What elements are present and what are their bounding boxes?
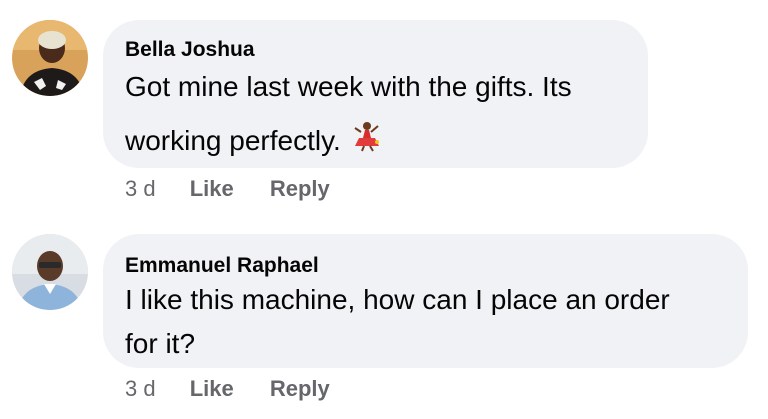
avatar[interactable] <box>12 234 88 310</box>
comment-timestamp: 3 d <box>125 376 156 401</box>
comment-item: Bella Joshua Got mine last week with the… <box>0 0 768 210</box>
comment-item: Emmanuel Raphael I like this machine, ho… <box>0 210 768 419</box>
comment-actions: 3 d Like Reply <box>125 176 330 202</box>
comment-author[interactable]: Emmanuel Raphael <box>125 254 319 278</box>
like-button[interactable]: Like <box>190 176 234 201</box>
avatar[interactable] <box>12 20 88 96</box>
user-avatar-icon <box>12 234 88 310</box>
comment-text-line-2: working perfectly. <box>125 114 635 170</box>
user-avatar-icon <box>12 20 88 96</box>
dancer-emoji-icon <box>351 116 383 170</box>
reply-button[interactable]: Reply <box>270 376 330 401</box>
comment-bubble: Bella Joshua Got mine last week with the… <box>103 20 648 168</box>
comment-text-line-2-label: working perfectly. <box>125 125 341 156</box>
comment-timestamp: 3 d <box>125 176 156 201</box>
comment-bubble: Emmanuel Raphael I like this machine, ho… <box>103 234 748 368</box>
reply-button[interactable]: Reply <box>270 176 330 201</box>
comment-text-line: I like this machine, how can I place an … <box>125 284 670 315</box>
like-button[interactable]: Like <box>190 376 234 401</box>
comment-author[interactable]: Bella Joshua <box>125 38 255 62</box>
comment-actions: 3 d Like Reply <box>125 376 330 402</box>
comment-text-line-2: for it? <box>125 328 196 359</box>
comment-text-line: Got mine last week with the gifts. Its <box>125 71 572 102</box>
comment-text: I like this machine, how can I place an … <box>125 278 735 366</box>
comment-text: Got mine last week with the gifts. Its w… <box>125 60 635 170</box>
